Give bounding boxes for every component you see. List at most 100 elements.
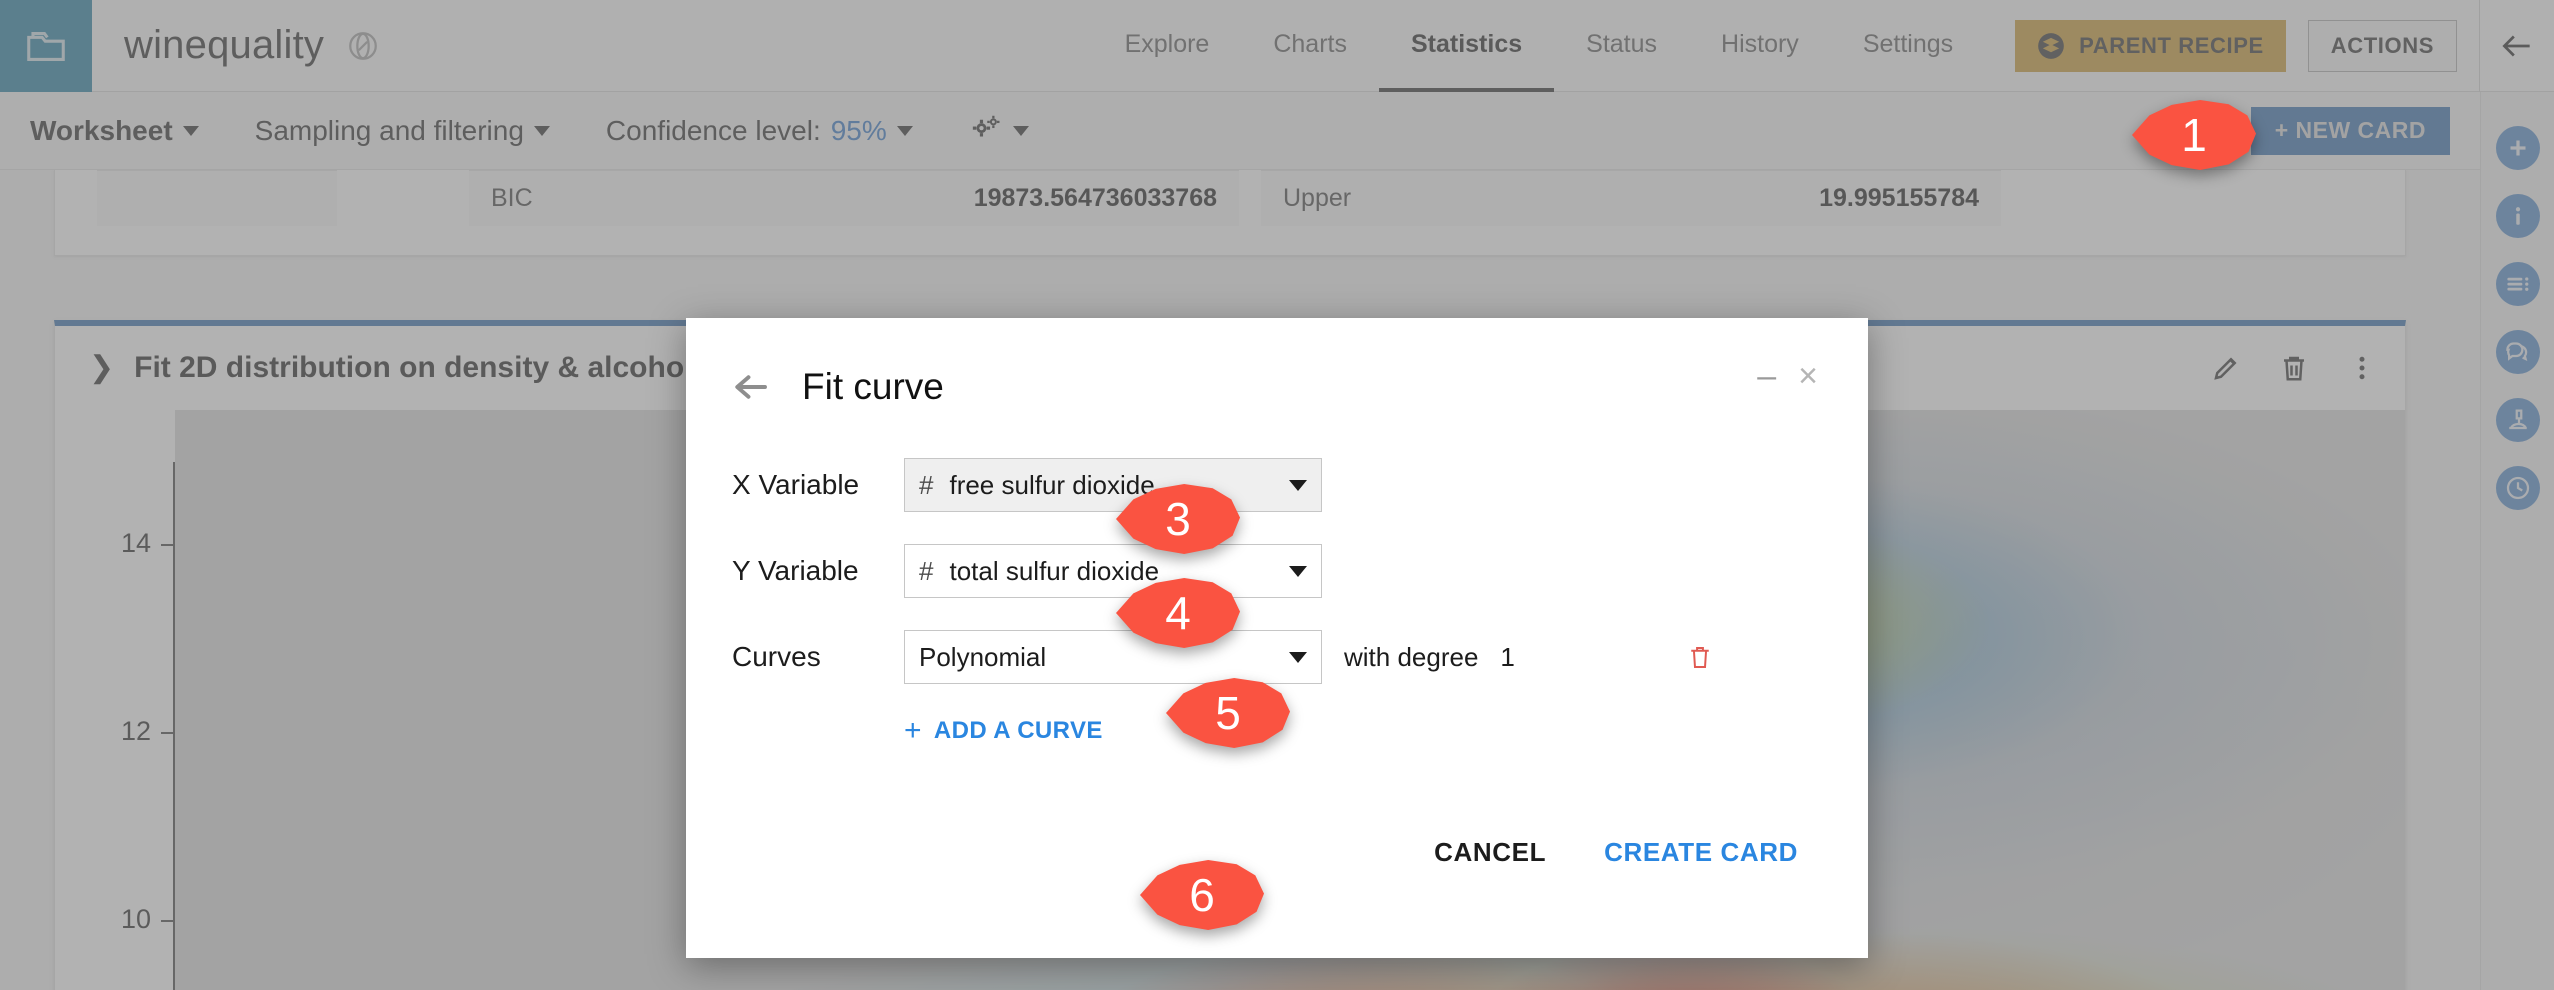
y-variable-label: Y Variable: [732, 555, 904, 587]
sampling-and-filtering-menu[interactable]: Sampling and filtering: [255, 115, 550, 147]
add-a-curve-button[interactable]: + ADD A CURVE: [904, 716, 1103, 746]
right-icon-rail: [2480, 92, 2554, 990]
chevron-down-icon: [1289, 566, 1307, 577]
fit-curve-dialog: Fit curve – × X Variable # free sulfur d…: [686, 318, 1868, 958]
confidence-level-menu[interactable]: Confidence level: 95%: [606, 115, 913, 147]
project-title-group: winequality: [92, 0, 380, 91]
y-tick-label: 10: [81, 904, 151, 935]
y-tick-mark: [161, 544, 175, 546]
main-nav: Explore Charts Statistics Status History…: [1093, 0, 1986, 91]
callout-number: 4: [1165, 590, 1191, 636]
gears-icon: [969, 113, 1003, 148]
metric-bic-value: 19873.564736033768: [974, 184, 1239, 213]
y-axis-line: [173, 462, 175, 990]
cancel-button[interactable]: CANCEL: [1434, 837, 1546, 868]
trash-icon[interactable]: [1686, 642, 1714, 672]
statistics-card-metrics: BIC 19873.564736033768 Upper 19.99515578…: [54, 170, 2406, 256]
callout-marker-3: 3: [1116, 484, 1240, 554]
worksheet-settings-menu[interactable]: [969, 113, 1029, 148]
curve-type-select[interactable]: Polynomial: [904, 630, 1322, 684]
new-card-button[interactable]: + NEW CARD: [2251, 107, 2450, 155]
curves-label: Curves: [732, 641, 904, 673]
metric-bic-label: BIC: [469, 184, 533, 213]
chevron-down-icon: [897, 126, 913, 136]
callout-number: 1: [2181, 112, 2207, 158]
chevron-down-icon: [183, 126, 199, 136]
top-navigation-bar: winequality Explore Charts Statistics St…: [0, 0, 2554, 92]
folder-icon[interactable]: [0, 0, 92, 92]
chevron-down-icon: [1289, 480, 1307, 491]
confidence-level-label: Confidence level:: [606, 115, 821, 147]
nav-item-charts[interactable]: Charts: [1241, 0, 1379, 92]
metric-cell-bic: BIC 19873.564736033768: [469, 170, 1239, 226]
chevron-down-icon: [534, 126, 550, 136]
dialog-header: Fit curve – ×: [686, 318, 1868, 430]
callout-marker-4: 4: [1116, 578, 1240, 648]
history-clock-icon[interactable]: [2496, 466, 2540, 510]
kebab-menu-icon[interactable]: [2347, 353, 2377, 383]
nav-item-statistics[interactable]: Statistics: [1379, 0, 1554, 92]
chevron-down-icon[interactable]: ❯: [89, 353, 114, 383]
minimize-icon[interactable]: –: [1739, 366, 1794, 386]
y-tick-label: 12: [81, 716, 151, 747]
plus-icon: +: [904, 716, 922, 746]
metric-upper-label: Upper: [1261, 184, 1351, 213]
y-variable-select[interactable]: # total sulfur dioxide: [904, 544, 1322, 598]
degree-label: with degree: [1344, 642, 1478, 673]
worksheet-menu-label: Worksheet: [30, 115, 173, 147]
parent-recipe-button[interactable]: PARENT RECIPE: [2015, 20, 2286, 72]
arrow-left-icon[interactable]: [732, 372, 768, 407]
actions-button[interactable]: ACTIONS: [2308, 20, 2457, 72]
stack-icon: [2037, 32, 2065, 60]
close-icon[interactable]: ×: [1794, 366, 1822, 386]
curve-type-value: Polynomial: [919, 642, 1046, 673]
sampling-menu-label: Sampling and filtering: [255, 115, 524, 147]
curves-row: Curves Polynomial with degree 1: [732, 630, 1822, 684]
y-tick-mark: [161, 732, 175, 734]
worksheet-toolbar: Worksheet Sampling and filtering Confide…: [0, 92, 2480, 170]
numeric-type-icon: #: [919, 470, 933, 501]
chevron-down-icon: [1289, 652, 1307, 663]
application-root: BIC 19873.564736033768 Upper 19.99515578…: [0, 0, 2554, 990]
pencil-icon[interactable]: [2211, 353, 2241, 383]
callout-marker-6: 6: [1140, 860, 1264, 930]
parent-recipe-label: PARENT RECIPE: [2079, 33, 2264, 59]
x-variable-select[interactable]: # free sulfur dioxide: [904, 458, 1322, 512]
page-title[interactable]: winequality: [124, 23, 324, 68]
dialog-footer: CANCEL CREATE CARD: [686, 792, 1868, 912]
metric-cell-blank: [97, 170, 337, 226]
y-tick-mark: [161, 920, 175, 922]
callout-number: 6: [1189, 872, 1215, 918]
numeric-type-icon: #: [919, 556, 933, 587]
info-icon[interactable]: [2496, 194, 2540, 238]
spacer: [380, 0, 1092, 91]
y-tick-label: 14: [81, 528, 151, 559]
lab-microscope-icon[interactable]: [2496, 398, 2540, 442]
status-circle-icon: [346, 29, 380, 63]
card-title: Fit 2D distribution on density & alcohol: [134, 351, 692, 385]
x-variable-label: X Variable: [732, 469, 904, 501]
chevron-down-icon: [1013, 126, 1029, 136]
nav-item-explore[interactable]: Explore: [1093, 0, 1242, 92]
topbar-actions: PARENT RECIPE ACTIONS: [1985, 0, 2479, 91]
nav-item-history[interactable]: History: [1689, 0, 1831, 92]
nav-item-status[interactable]: Status: [1554, 0, 1689, 92]
nav-item-settings[interactable]: Settings: [1831, 0, 1985, 92]
metric-upper-value: 19.995155784: [1819, 184, 2001, 213]
plus-icon[interactable]: [2496, 126, 2540, 170]
degree-input[interactable]: 1: [1500, 642, 1530, 673]
add-a-curve-label: ADD A CURVE: [934, 717, 1103, 745]
x-variable-row: X Variable # free sulfur dioxide: [732, 458, 1822, 512]
create-card-button[interactable]: CREATE CARD: [1604, 837, 1798, 868]
arrow-left-icon[interactable]: [2480, 0, 2554, 92]
trash-icon[interactable]: [2279, 353, 2309, 383]
discussions-icon[interactable]: [2496, 330, 2540, 374]
metric-cell-upper: Upper 19.995155784: [1261, 170, 2001, 226]
y-variable-row: Y Variable # total sulfur dioxide: [732, 544, 1822, 598]
details-list-icon[interactable]: [2496, 262, 2540, 306]
callout-number: 5: [1215, 690, 1241, 736]
worksheet-menu[interactable]: Worksheet: [30, 115, 199, 147]
dialog-title: Fit curve: [802, 366, 944, 408]
confidence-level-value: 95%: [831, 115, 887, 147]
callout-number: 3: [1165, 496, 1191, 542]
